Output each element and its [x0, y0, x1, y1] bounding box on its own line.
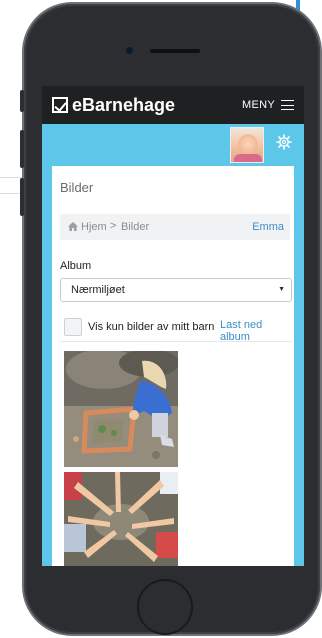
child-name-link[interactable]: Emma	[252, 221, 284, 233]
top-navbar: eBarnehage MENY	[42, 86, 304, 124]
home-button[interactable]	[137, 579, 193, 635]
speaker-grille	[150, 49, 200, 53]
page-title: Bilder	[60, 180, 94, 195]
only-my-child-checkbox[interactable]	[64, 318, 82, 336]
download-album-link[interactable]: Last ned album	[220, 319, 294, 343]
album-select-value: Nærmiljøet	[71, 284, 125, 296]
breadcrumb-separator: >	[110, 220, 117, 232]
select-arrow-icon: ▼	[278, 286, 285, 293]
breadcrumb-current: Bilder	[121, 221, 150, 233]
menu-button[interactable]: MENY	[242, 99, 294, 111]
breadcrumb: Hjem > Bilder Emma	[60, 214, 290, 240]
album-select[interactable]: Nærmiljøet ▼	[60, 278, 292, 302]
profile-row	[42, 124, 304, 166]
phone-volume-down	[20, 178, 24, 216]
logo-text: eBarnehage	[72, 94, 176, 115]
content-panel: Bilder Hjem > Bilder Emma Album Nærmiljø…	[52, 166, 294, 566]
app-logo[interactable]: eBarnehage	[52, 95, 175, 116]
hamburger-icon	[281, 100, 294, 110]
breadcrumb-home[interactable]: Hjem	[81, 221, 107, 233]
gear-icon[interactable]	[276, 134, 292, 150]
phone-mute-switch	[20, 90, 24, 112]
front-camera	[126, 47, 133, 54]
album-photo-thumbnail[interactable]	[64, 351, 178, 467]
divider	[60, 341, 292, 342]
logo-check-icon	[52, 97, 68, 113]
phone-volume-up	[20, 130, 24, 168]
only-my-child-label: Vis kun bilder av mitt barn	[88, 321, 215, 333]
phone-screen: eBarnehage MENY Bilder Hjem > Bilder Emm…	[42, 86, 304, 566]
album-label: Album	[60, 260, 92, 272]
album-photo-thumbnail[interactable]	[64, 472, 178, 566]
avatar[interactable]	[230, 127, 264, 163]
menu-label: MENY	[242, 99, 275, 111]
home-icon	[68, 222, 78, 231]
